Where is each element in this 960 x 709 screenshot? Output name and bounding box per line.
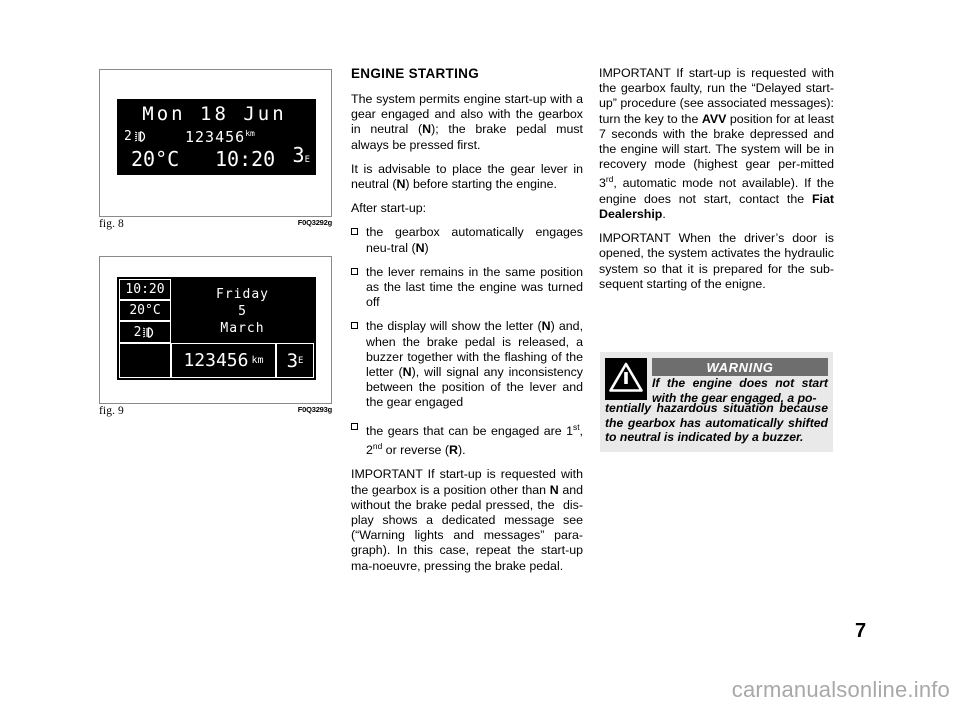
main-text-column: ENGINE STARTING The system permits engin… — [351, 66, 583, 574]
figure-8-code: F0Q3292g — [297, 218, 332, 227]
list-item-text: the gears that can be engaged are 1st, 2… — [366, 421, 583, 458]
lcd8-gear-left-group: 2 — [124, 129, 148, 144]
lcd9-odometer-unit: km — [251, 355, 264, 366]
lcd9-gear-left-number: 2 — [133, 324, 142, 340]
lcd9-month: March — [220, 320, 265, 336]
figure-9-caption-row: fig. 9 F0Q3293g — [99, 405, 332, 423]
lcd9-gear-number: 3 — [286, 349, 299, 372]
warning-icon-box — [605, 358, 647, 400]
paragraph-important-door: IMPORTANT When the driver’s door is open… — [599, 231, 834, 291]
lcd9-gear-indicator: 3E — [276, 343, 314, 378]
lcd9-day-number: 5 — [238, 303, 247, 319]
lcd8-odometer-value: 123456 — [185, 128, 246, 146]
lcd8-time: 10:20 — [215, 147, 276, 171]
lcd9-gear-mode: E — [298, 355, 304, 366]
lcd9-temperature: 20°C — [119, 300, 171, 321]
figures-column: Mon 18 Jun 2 123456km 20°C 10:20 3E fig.… — [99, 69, 332, 423]
paragraph-intro: The system permits engine start-up with … — [351, 92, 583, 152]
lcd8-odometer: 123456km — [185, 128, 255, 146]
paragraph-important-main: IMPORTANT If start-up is requested with … — [351, 467, 583, 573]
list-item-text: the lever remains in the same position a… — [366, 264, 583, 310]
figure-8-caption-row: fig. 8 F0Q3292g — [99, 218, 332, 236]
after-startup-list: the gearbox automatically engages neu-tr… — [351, 225, 583, 458]
lcd8-gear-mode: E — [304, 155, 310, 165]
paragraph-after-startup: After start-up: — [351, 201, 427, 216]
bullet-square-icon — [351, 267, 358, 275]
bullet-square-icon — [351, 228, 358, 236]
lcd8-temperature: 20°C — [131, 147, 180, 171]
sidebar-text-column: IMPORTANT If start-up is requested with … — [599, 66, 834, 292]
figures-spacer — [99, 236, 332, 256]
figure-8-lcd-display: Mon 18 Jun 2 123456km 20°C 10:20 3E — [117, 99, 316, 175]
lcd9-date-block: Friday 5 March — [171, 279, 314, 343]
warning-header: WARNING If the engine does not start wit… — [605, 358, 828, 405]
bullet-square-icon — [351, 322, 358, 330]
list-item: the lever remains in the same position a… — [351, 265, 583, 311]
lcd8-gear-indicator: 3E — [293, 143, 310, 167]
lcd9-gear-left-group: 2 — [119, 321, 171, 343]
lcd9-blank-cell — [119, 343, 171, 378]
list-item-text: the display will show the letter (N) and… — [366, 319, 584, 410]
headlamp-icon — [142, 326, 156, 339]
figure-9-caption: fig. 9 — [99, 405, 124, 417]
warning-text-remainder: tentially hazardous situation because th… — [605, 401, 828, 445]
lcd9-weekday: Friday — [216, 286, 269, 302]
lcd9-time: 10:20 — [119, 279, 171, 300]
figure-9-code: F0Q3293g — [297, 405, 332, 414]
paragraph-advisable: It is advisable to place the gear lever … — [351, 161, 583, 192]
lcd9-odometer-value: 123456 — [183, 350, 249, 371]
figure-9-lcd-display: 10:20 20°C 2 Friday 5 March 123456 km 3 … — [117, 277, 316, 380]
warning-triangle-icon — [609, 362, 643, 397]
warning-text-first-lines: If the engine does not start with the ge… — [652, 376, 828, 405]
page-number: 7 — [855, 620, 867, 642]
lcd8-gear-number: 3 — [292, 143, 305, 167]
lcd8-date: Mon 18 Jun — [142, 103, 287, 125]
warning-title: WARNING — [652, 358, 828, 376]
lcd9-grid: 10:20 20°C 2 Friday 5 March 123456 km 3 … — [117, 277, 316, 380]
list-item: the display will show the letter (N) and… — [351, 319, 583, 410]
paragraph-important-delayed-start: IMPORTANT If start-up is requested with … — [599, 66, 834, 221]
lcd8-odometer-unit: km — [245, 129, 255, 138]
list-item-text: the gearbox automatically engages neu-tr… — [366, 225, 583, 255]
manual-page: Mon 18 Jun 2 123456km 20°C 10:20 3E fig.… — [0, 0, 960, 709]
page-title: ENGINE STARTING — [351, 66, 480, 81]
headlamp-icon — [134, 130, 148, 143]
figure-9-frame: 10:20 20°C 2 Friday 5 March 123456 km 3 … — [99, 256, 332, 404]
figure-8-frame: Mon 18 Jun 2 123456km 20°C 10:20 3E — [99, 69, 332, 217]
bullet-square-icon — [351, 422, 358, 430]
list-item: the gears that can be engaged are 1st, 2… — [351, 420, 583, 459]
lcd8-gear-left-number: 2 — [124, 129, 132, 144]
list-item: the gearbox automatically engages neu-tr… — [351, 225, 583, 255]
warning-box: WARNING If the engine does not start wit… — [600, 352, 833, 452]
footer-watermark: carmanualsonline.info — [731, 677, 950, 702]
figure-8-caption: fig. 8 — [99, 218, 124, 230]
lcd9-odometer: 123456 km — [171, 343, 276, 378]
